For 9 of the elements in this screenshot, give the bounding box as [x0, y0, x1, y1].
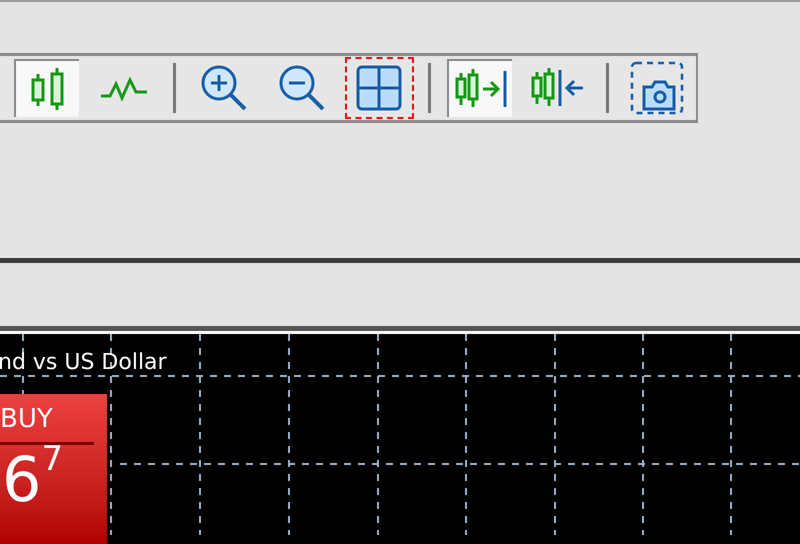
camera-icon	[630, 60, 684, 115]
buy-panel[interactable]: BUY 6$^{7}$	[0, 394, 107, 544]
zoom-out-icon	[276, 62, 327, 113]
candlestick-button[interactable]	[14, 58, 80, 117]
chart-shift-button[interactable]	[446, 58, 512, 117]
grid-icon	[355, 64, 404, 112]
tile-windows-button[interactable]	[346, 58, 412, 117]
chart-title: nd vs US Dollar	[0, 352, 167, 374]
buy-label: BUY	[0, 406, 53, 432]
